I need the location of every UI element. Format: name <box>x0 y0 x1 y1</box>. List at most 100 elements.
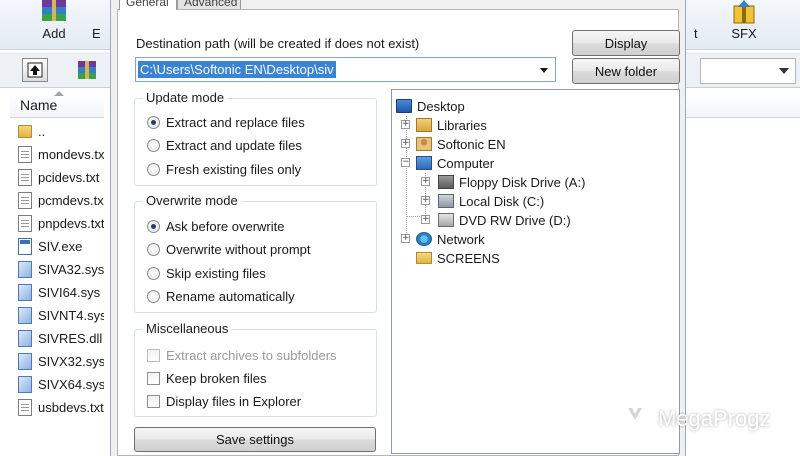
tree-node-network[interactable]: + Network <box>401 230 485 248</box>
overwrite-mode-group: Overwrite mode Ask before overwrite Over… <box>134 193 377 313</box>
file-row[interactable]: pcidevs.txt <box>14 166 104 189</box>
path-dropdown[interactable] <box>700 58 796 84</box>
tree-node-dvd[interactable]: + DVD RW Drive (D:) <box>421 211 571 229</box>
checkbox-extract-to-subfolders: Extract archives to subfolders <box>147 346 337 364</box>
checkbox[interactable] <box>147 371 160 385</box>
toolbar-button-partial[interactable]: t <box>686 0 706 50</box>
file-row[interactable]: usbdevs.txt <box>14 396 104 419</box>
file-row[interactable]: SIVNT4.sys <box>14 304 104 327</box>
radio-overwrite-without-prompt[interactable]: Overwrite without prompt <box>147 240 311 258</box>
up-one-level-button[interactable] <box>22 58 48 82</box>
file-row[interactable]: mondevs.txt <box>14 143 104 166</box>
tree-node-label: SCREENS <box>437 250 500 266</box>
text-file-icon <box>18 399 32 416</box>
expand-icon[interactable]: + <box>421 177 430 186</box>
destination-path-input[interactable]: C:\Users\Softonic EN\Desktop\siv <box>135 57 556 82</box>
extract-button-partial[interactable]: E <box>90 0 104 50</box>
sfx-button[interactable]: SFX <box>722 0 766 50</box>
file-row[interactable]: SIVA32.sys <box>14 258 104 281</box>
expand-icon[interactable]: + <box>421 215 430 224</box>
radio-extract-and-update[interactable]: Extract and update files <box>147 136 302 154</box>
overwrite-mode-title: Overwrite mode <box>143 193 241 208</box>
libraries-icon <box>416 118 432 132</box>
chevron-down-icon[interactable] <box>540 68 548 73</box>
folder-tree[interactable]: Desktop + Libraries + Softonic EN − Comp… <box>391 89 680 454</box>
system-file-icon <box>18 261 32 278</box>
option-label: Keep broken files <box>166 370 267 386</box>
file-name: usbdevs.txt <box>38 400 104 415</box>
general-tab-panel: Destination path (will be created if doe… <box>117 9 680 456</box>
file-row[interactable]: pcmdevs.txt <box>14 189 104 212</box>
expand-icon[interactable]: + <box>401 139 410 148</box>
radio-button[interactable] <box>147 289 160 303</box>
miscellaneous-title: Miscellaneous <box>143 321 232 336</box>
tree-node-label: Softonic EN <box>437 136 506 152</box>
tree-node-desktop[interactable]: Desktop <box>396 97 465 115</box>
tree-node-libraries[interactable]: + Libraries <box>401 116 487 134</box>
network-icon <box>416 232 432 246</box>
folder-icon <box>18 125 32 138</box>
radio-button[interactable] <box>147 138 160 152</box>
checkbox-display-in-explorer[interactable]: Display files in Explorer <box>147 392 301 410</box>
system-file-icon <box>18 307 32 324</box>
option-label: Ask before overwrite <box>166 218 285 234</box>
system-file-icon <box>18 284 32 301</box>
tree-node-screens[interactable]: SCREENS <box>416 249 500 267</box>
radio-button[interactable] <box>147 242 160 256</box>
file-name: pnpdevs.txt <box>38 216 104 231</box>
chevron-down-icon <box>779 68 789 74</box>
radio-button[interactable] <box>147 219 160 233</box>
add-button-label: Add <box>42 26 66 41</box>
file-row[interactable]: SIVX32.sys <box>14 350 104 373</box>
checkbox[interactable] <box>147 394 160 408</box>
local-disk-icon <box>438 194 454 208</box>
collapse-icon[interactable]: − <box>401 158 410 167</box>
option-label: Extract archives to subfolders <box>166 347 337 363</box>
display-button[interactable]: Display <box>572 30 680 56</box>
executable-icon <box>18 238 32 255</box>
add-button[interactable]: Add <box>30 0 78 50</box>
expand-icon[interactable]: + <box>401 120 410 129</box>
file-row[interactable]: SIVRES.dll <box>14 327 104 350</box>
option-label: Extract and update files <box>166 137 302 153</box>
radio-button[interactable] <box>147 115 160 129</box>
file-row[interactable]: .. <box>14 120 104 143</box>
radio-skip-existing[interactable]: Skip existing files <box>147 264 266 282</box>
tree-node-local-disk[interactable]: + Local Disk (C:) <box>421 192 545 210</box>
file-row[interactable]: SIVX64.sys <box>14 373 104 396</box>
new-folder-button[interactable]: New folder <box>572 58 680 84</box>
radio-rename-automatically[interactable]: Rename automatically <box>147 287 295 305</box>
option-label: Overwrite without prompt <box>166 241 311 257</box>
tree-node-label: DVD RW Drive (D:) <box>459 212 571 228</box>
folder-icon <box>416 252 432 264</box>
expand-icon[interactable]: + <box>421 196 430 205</box>
option-label: Rename automatically <box>166 288 295 304</box>
miscellaneous-group: Miscellaneous Extract archives to subfol… <box>134 321 377 417</box>
option-label: Fresh existing files only <box>166 161 302 177</box>
tree-node-floppy[interactable]: + Floppy Disk Drive (A:) <box>421 173 585 191</box>
file-name: SIVRES.dll <box>38 331 103 346</box>
watermark: MegaProgz <box>620 402 771 436</box>
radio-button[interactable] <box>147 162 160 176</box>
radio-button[interactable] <box>147 266 160 280</box>
file-name: SIV.exe <box>38 239 83 254</box>
column-header-right[interactable] <box>680 92 800 118</box>
tab-general[interactable]: General <box>119 0 177 10</box>
tree-node-softonic-en[interactable]: + Softonic EN <box>401 135 506 153</box>
tree-node-label: Computer <box>437 155 495 171</box>
file-row[interactable]: SIVI64.sys <box>14 281 104 304</box>
column-header-name[interactable]: Name <box>10 91 104 118</box>
file-row[interactable]: SIV.exe <box>14 235 104 258</box>
file-row[interactable]: pnpdevs.txt <box>14 212 104 235</box>
user-folder-icon <box>416 137 432 151</box>
update-mode-title: Update mode <box>143 90 228 105</box>
radio-extract-and-replace[interactable]: Extract and replace files <box>147 113 305 131</box>
tree-node-label: Local Disk (C:) <box>459 193 545 209</box>
radio-ask-before-overwrite[interactable]: Ask before overwrite <box>147 217 285 235</box>
checkbox-keep-broken-files[interactable]: Keep broken files <box>147 369 266 387</box>
expand-icon[interactable]: + <box>401 234 410 243</box>
save-settings-button[interactable]: Save settings <box>134 427 376 452</box>
tree-node-computer[interactable]: − Computer <box>401 154 495 172</box>
radio-fresh-existing-only[interactable]: Fresh existing files only <box>147 160 301 178</box>
extract-button-partial-label: E <box>92 26 101 41</box>
